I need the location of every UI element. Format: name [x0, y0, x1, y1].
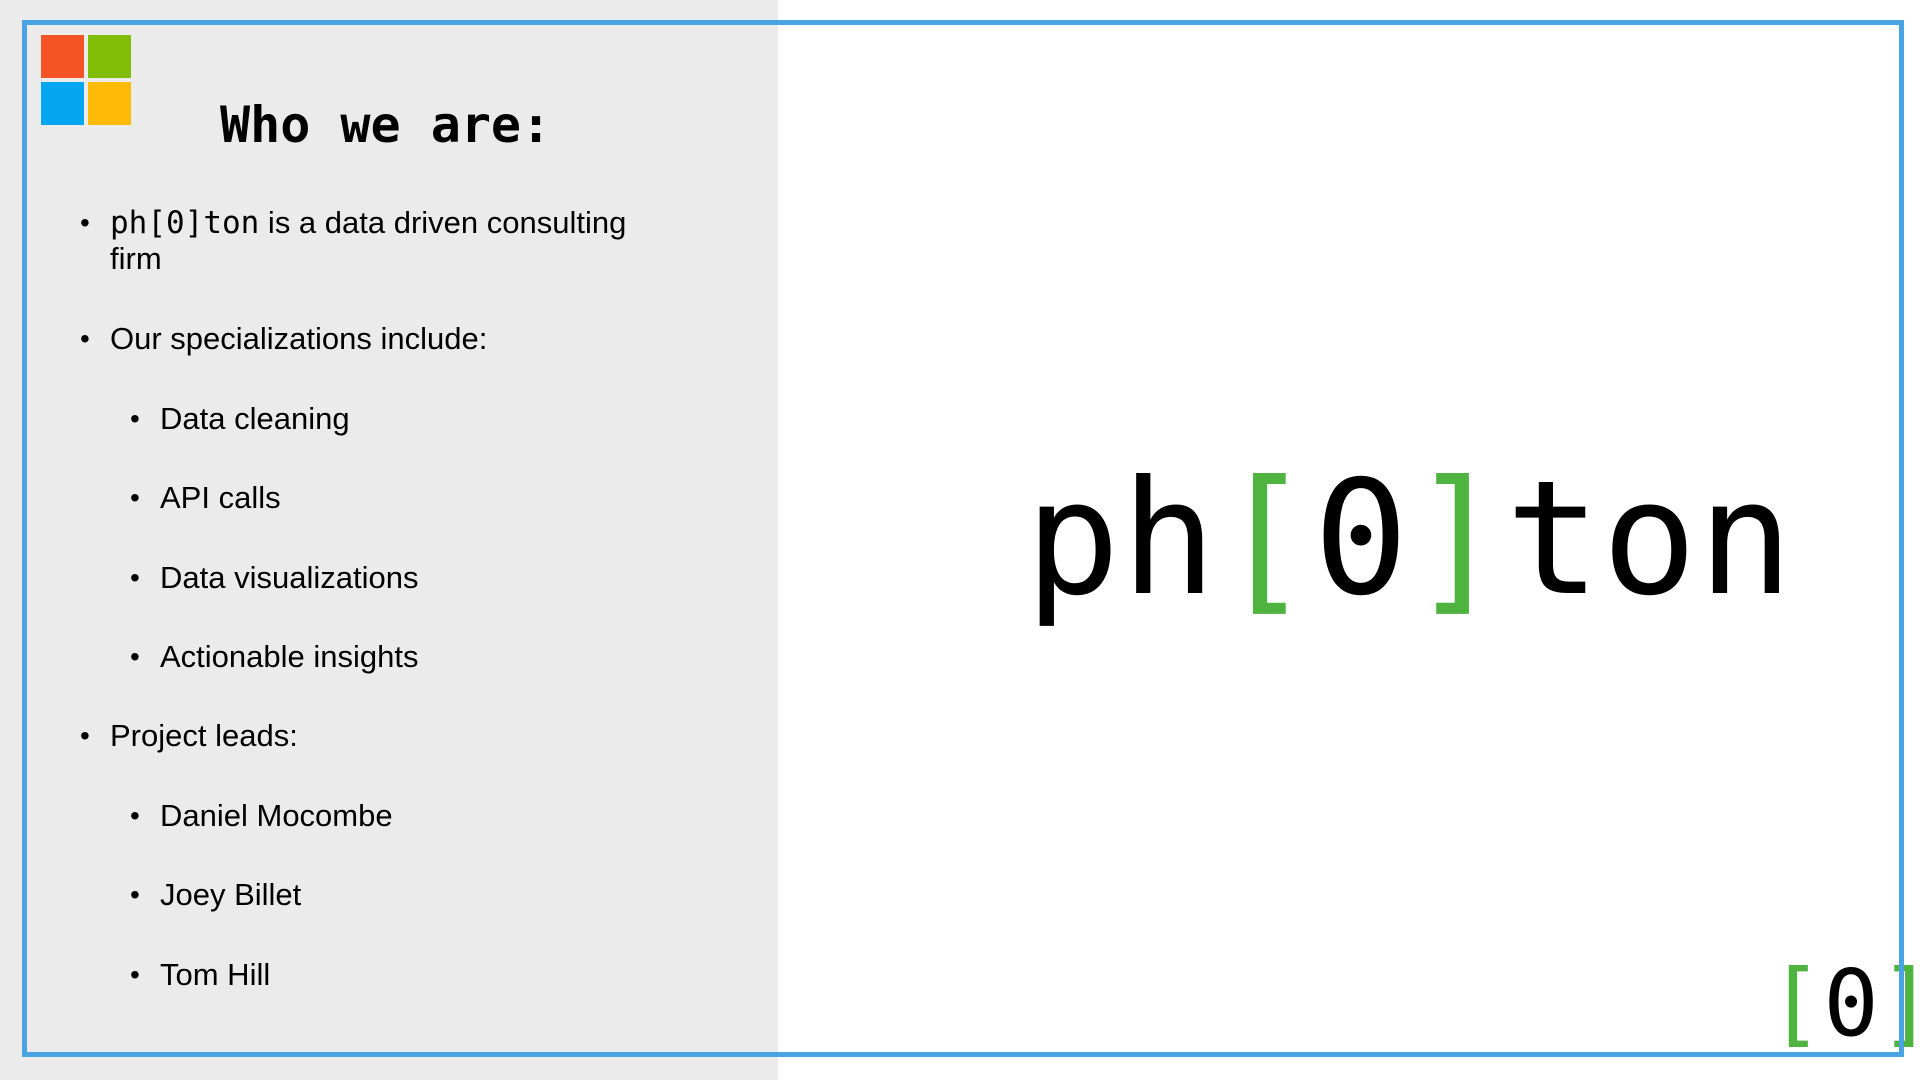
slide-frame [22, 20, 1904, 1057]
